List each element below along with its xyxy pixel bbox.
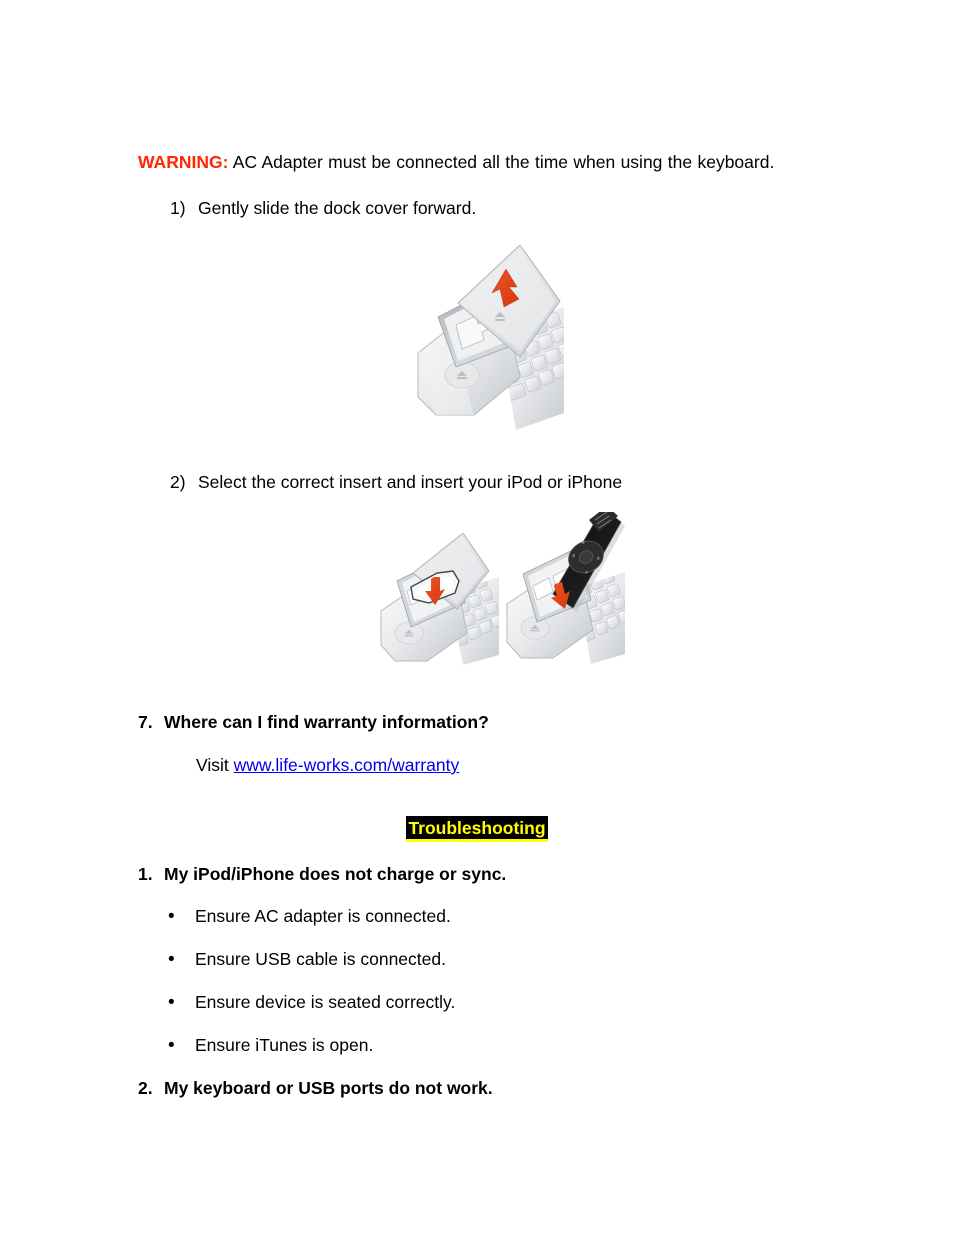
document-page: WARNING: AC Adapter must be connected al… <box>0 0 954 1235</box>
list-item: • Ensure device is seated correctly. <box>168 990 455 1015</box>
list-item-label: Ensure device is seated correctly. <box>195 992 456 1012</box>
list-item-label: Ensure USB cable is connected. <box>195 949 446 969</box>
visit-prefix: Visit <box>196 755 234 775</box>
warning-label: WARNING: <box>138 151 229 172</box>
troubleshooting-item-1-heading: 1. My iPod/iPhone does not charge or sync… <box>138 862 506 887</box>
troubleshooting-item-2-text: My keyboard or USB ports do not work. <box>164 1078 493 1098</box>
list-item: • Ensure AC adapter is connected. <box>168 904 451 929</box>
question-7-heading: 7. Where can I find warranty information? <box>138 710 489 735</box>
insert-adapter-figure <box>377 533 499 665</box>
step-1: 1) Gently slide the dock cover forward. <box>170 196 476 221</box>
warranty-visit-line: Visit www.life-works.com/warranty <box>196 753 459 778</box>
step-1-number: 1) <box>170 198 186 218</box>
troubleshooting-item-1-text: My iPod/iPhone does not charge or sync. <box>164 864 507 884</box>
question-7-text: Where can I find warranty information? <box>164 712 489 732</box>
troubleshooting-item-1-number: 1. <box>138 864 153 884</box>
troubleshooting-item-2-heading: 2. My keyboard or USB ports do not work. <box>138 1076 493 1101</box>
step-2: 2) Select the correct insert and insert y… <box>170 470 622 495</box>
bullet-icon: • <box>168 1035 175 1056</box>
dock-cover-slide-figure <box>412 245 564 435</box>
warranty-link[interactable]: www.life-works.com/warranty <box>234 755 460 775</box>
ipod-insert-figure <box>503 512 625 664</box>
step-2-text: Select the correct insert and insert you… <box>198 472 623 492</box>
troubleshooting-item-2-number: 2. <box>138 1078 153 1098</box>
question-7-number: 7. <box>138 712 153 732</box>
list-item-label: Ensure AC adapter is connected. <box>195 906 451 926</box>
bullet-icon: • <box>168 949 175 970</box>
step-1-text: Gently slide the dock cover forward. <box>198 198 477 218</box>
troubleshooting-heading: Troubleshooting <box>406 816 548 842</box>
warning-text: AC Adapter must be connected all the tim… <box>228 151 775 172</box>
step-2-number: 2) <box>170 472 186 492</box>
list-item: • Ensure USB cable is connected. <box>168 947 446 972</box>
list-item: • Ensure iTunes is open. <box>168 1033 373 1058</box>
bullet-icon: • <box>168 906 175 927</box>
list-item-label: Ensure iTunes is open. <box>195 1035 374 1055</box>
warning-paragraph: WARNING: AC Adapter must be connected al… <box>138 150 816 175</box>
troubleshooting-heading-wrap: Troubleshooting <box>0 816 954 842</box>
bullet-icon: • <box>168 992 175 1013</box>
